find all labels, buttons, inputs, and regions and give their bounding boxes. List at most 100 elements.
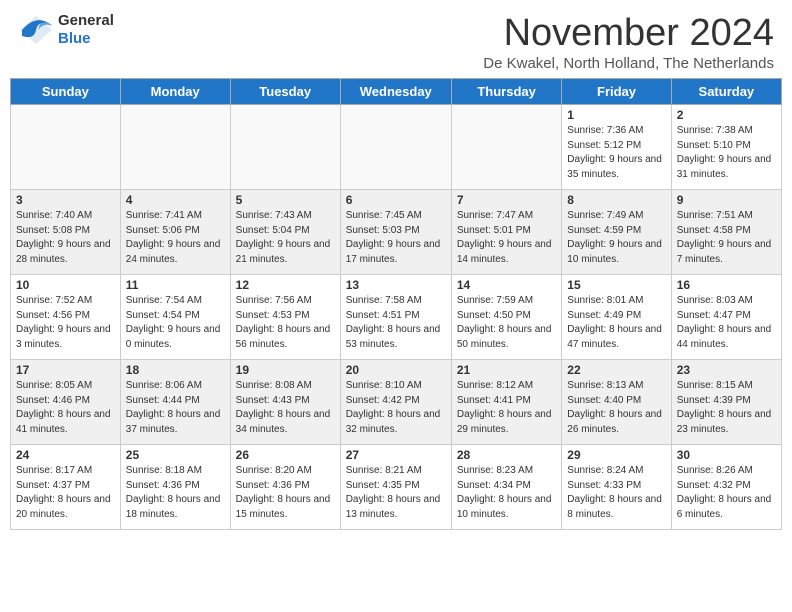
- calendar-cell: 15 Sunrise: 8:01 AMSunset: 4:49 PMDayligh…: [562, 275, 671, 360]
- calendar-day-header: Thursday: [451, 79, 561, 105]
- day-number: 21: [457, 363, 556, 377]
- calendar-cell: 28Sunrise: 8:23 AMSunset: 4:34 PMDayligh…: [451, 445, 561, 530]
- day-info: Sunrise: 7:38 AMSunset: 5:10 PMDaylight:…: [677, 124, 776, 182]
- calendar-cell: [340, 105, 451, 190]
- day-number: 4: [126, 193, 225, 207]
- day-info: Sunrise: 8:06 AMSunset: 4:44 PMDaylight:…: [126, 379, 225, 437]
- day-info: Sunrise: 7:54 AMSunset: 4:54 PMDaylight:…: [126, 294, 225, 352]
- day-info: Sunrise: 7:59 AMSunset: 4:50 PMDaylight:…: [457, 294, 556, 352]
- logo-icon: [18, 12, 54, 48]
- day-info: Sunrise: 8:12 AMSunset: 4:41 PMDaylight:…: [457, 379, 556, 437]
- calendar-cell: 6Sunrise: 7:45 AMSunset: 5:03 PMDaylight…: [340, 190, 451, 275]
- calendar-cell: 25 Sunrise: 8:18 AMSunset: 4:36 PMDayligh…: [120, 445, 230, 530]
- calendar-week-row: 17Sunrise: 8:05 AMSunset: 4:46 PMDayligh…: [11, 360, 782, 445]
- day-info: Sunrise: 7:36 AMSunset: 5:12 PMDaylight:…: [567, 124, 665, 182]
- calendar-week-row: 1 Sunrise: 7:36 AMSunset: 5:12 PMDaylight…: [11, 105, 782, 190]
- day-info: Sunrise: 8:01 AMSunset: 4:49 PMDaylight:…: [567, 294, 665, 352]
- day-number: 14: [457, 278, 556, 292]
- day-number: 18: [126, 363, 225, 377]
- calendar-wrap: SundayMondayTuesdayWednesdayThursdayFrid…: [0, 78, 792, 540]
- day-info: Sunrise: 7:47 AMSunset: 5:01 PMDaylight:…: [457, 209, 556, 267]
- calendar-cell: 16 Sunrise: 8:03 AMSunset: 4:47 PMDayligh…: [671, 275, 781, 360]
- calendar-day-header: Monday: [120, 79, 230, 105]
- location-title: De Kwakel, North Holland, The Netherland…: [483, 55, 774, 72]
- calendar-cell: 26Sunrise: 8:20 AMSunset: 4:36 PMDayligh…: [230, 445, 340, 530]
- calendar-cell: 7Sunrise: 7:47 AMSunset: 5:01 PMDaylight…: [451, 190, 561, 275]
- calendar-cell: [451, 105, 561, 190]
- calendar-table: SundayMondayTuesdayWednesdayThursdayFrid…: [10, 78, 782, 530]
- day-number: 16: [677, 278, 776, 292]
- day-number: 23: [677, 363, 776, 377]
- day-info: Sunrise: 7:58 AMSunset: 4:51 PMDaylight:…: [346, 294, 446, 352]
- calendar-week-row: 10 Sunrise: 7:52 AMSunset: 4:56 PMDayligh…: [11, 275, 782, 360]
- month-title: November 2024: [483, 12, 774, 55]
- calendar-cell: 3 Sunrise: 7:40 AMSunset: 5:08 PMDaylight…: [11, 190, 121, 275]
- calendar-day-header: Saturday: [671, 79, 781, 105]
- calendar-cell: 30Sunrise: 8:26 AMSunset: 4:32 PMDayligh…: [671, 445, 781, 530]
- day-number: 15: [567, 278, 665, 292]
- calendar-cell: 17Sunrise: 8:05 AMSunset: 4:46 PMDayligh…: [11, 360, 121, 445]
- calendar-cell: 21 Sunrise: 8:12 AMSunset: 4:41 PMDayligh…: [451, 360, 561, 445]
- day-info: Sunrise: 7:49 AMSunset: 4:59 PMDaylight:…: [567, 209, 665, 267]
- day-info: Sunrise: 7:41 AMSunset: 5:06 PMDaylight:…: [126, 209, 225, 267]
- day-info: Sunrise: 8:03 AMSunset: 4:47 PMDaylight:…: [677, 294, 776, 352]
- calendar-cell: 13 Sunrise: 7:58 AMSunset: 4:51 PMDayligh…: [340, 275, 451, 360]
- calendar-cell: [11, 105, 121, 190]
- calendar-cell: 8Sunrise: 7:49 AMSunset: 4:59 PMDaylight…: [562, 190, 671, 275]
- calendar-cell: 18 Sunrise: 8:06 AMSunset: 4:44 PMDayligh…: [120, 360, 230, 445]
- day-number: 5: [236, 193, 335, 207]
- day-number: 22: [567, 363, 665, 377]
- day-info: Sunrise: 8:24 AMSunset: 4:33 PMDaylight:…: [567, 464, 665, 522]
- day-number: 12: [236, 278, 335, 292]
- logo: General Blue: [18, 12, 114, 48]
- calendar-day-header: Friday: [562, 79, 671, 105]
- day-info: Sunrise: 8:13 AMSunset: 4:40 PMDaylight:…: [567, 379, 665, 437]
- calendar-cell: 11 Sunrise: 7:54 AMSunset: 4:54 PMDayligh…: [120, 275, 230, 360]
- calendar-cell: 2 Sunrise: 7:38 AMSunset: 5:10 PMDaylight…: [671, 105, 781, 190]
- calendar-cell: 10 Sunrise: 7:52 AMSunset: 4:56 PMDayligh…: [11, 275, 121, 360]
- day-number: 17: [16, 363, 115, 377]
- day-info: Sunrise: 8:21 AMSunset: 4:35 PMDaylight:…: [346, 464, 446, 522]
- day-number: 26: [236, 448, 335, 462]
- day-info: Sunrise: 8:15 AMSunset: 4:39 PMDaylight:…: [677, 379, 776, 437]
- calendar-cell: 23 Sunrise: 8:15 AMSunset: 4:39 PMDayligh…: [671, 360, 781, 445]
- calendar-cell: 9Sunrise: 7:51 AMSunset: 4:58 PMDaylight…: [671, 190, 781, 275]
- day-number: 24: [16, 448, 115, 462]
- day-number: 25: [126, 448, 225, 462]
- day-number: 27: [346, 448, 446, 462]
- logo-text: General Blue: [58, 12, 114, 48]
- day-info: Sunrise: 7:52 AMSunset: 4:56 PMDaylight:…: [16, 294, 115, 352]
- calendar-cell: 27 Sunrise: 8:21 AMSunset: 4:35 PMDayligh…: [340, 445, 451, 530]
- day-number: 6: [346, 193, 446, 207]
- day-number: 11: [126, 278, 225, 292]
- day-number: 3: [16, 193, 115, 207]
- day-number: 13: [346, 278, 446, 292]
- day-info: Sunrise: 7:43 AMSunset: 5:04 PMDaylight:…: [236, 209, 335, 267]
- calendar-day-header: Sunday: [11, 79, 121, 105]
- calendar-cell: [230, 105, 340, 190]
- calendar-header-row: SundayMondayTuesdayWednesdayThursdayFrid…: [11, 79, 782, 105]
- day-info: Sunrise: 7:40 AMSunset: 5:08 PMDaylight:…: [16, 209, 115, 267]
- day-number: 2: [677, 108, 776, 122]
- calendar-cell: 4 Sunrise: 7:41 AMSunset: 5:06 PMDaylight…: [120, 190, 230, 275]
- day-number: 10: [16, 278, 115, 292]
- calendar-cell: 12Sunrise: 7:56 AMSunset: 4:53 PMDayligh…: [230, 275, 340, 360]
- day-number: 19: [236, 363, 335, 377]
- calendar-cell: [120, 105, 230, 190]
- logo-blue: Blue: [58, 30, 114, 48]
- day-number: 1: [567, 108, 665, 122]
- calendar-cell: 22 Sunrise: 8:13 AMSunset: 4:40 PMDayligh…: [562, 360, 671, 445]
- day-number: 28: [457, 448, 556, 462]
- day-number: 20: [346, 363, 446, 377]
- calendar-week-row: 24Sunrise: 8:17 AMSunset: 4:37 PMDayligh…: [11, 445, 782, 530]
- calendar-cell: 24Sunrise: 8:17 AMSunset: 4:37 PMDayligh…: [11, 445, 121, 530]
- title-area: November 2024 De Kwakel, North Holland, …: [483, 12, 774, 72]
- day-info: Sunrise: 8:18 AMSunset: 4:36 PMDaylight:…: [126, 464, 225, 522]
- day-number: 9: [677, 193, 776, 207]
- calendar-cell: 14 Sunrise: 7:59 AMSunset: 4:50 PMDayligh…: [451, 275, 561, 360]
- calendar-week-row: 3 Sunrise: 7:40 AMSunset: 5:08 PMDaylight…: [11, 190, 782, 275]
- day-info: Sunrise: 8:08 AMSunset: 4:43 PMDaylight:…: [236, 379, 335, 437]
- header: General Blue November 2024 De Kwakel, No…: [0, 0, 792, 78]
- day-number: 29: [567, 448, 665, 462]
- calendar-cell: 20Sunrise: 8:10 AMSunset: 4:42 PMDayligh…: [340, 360, 451, 445]
